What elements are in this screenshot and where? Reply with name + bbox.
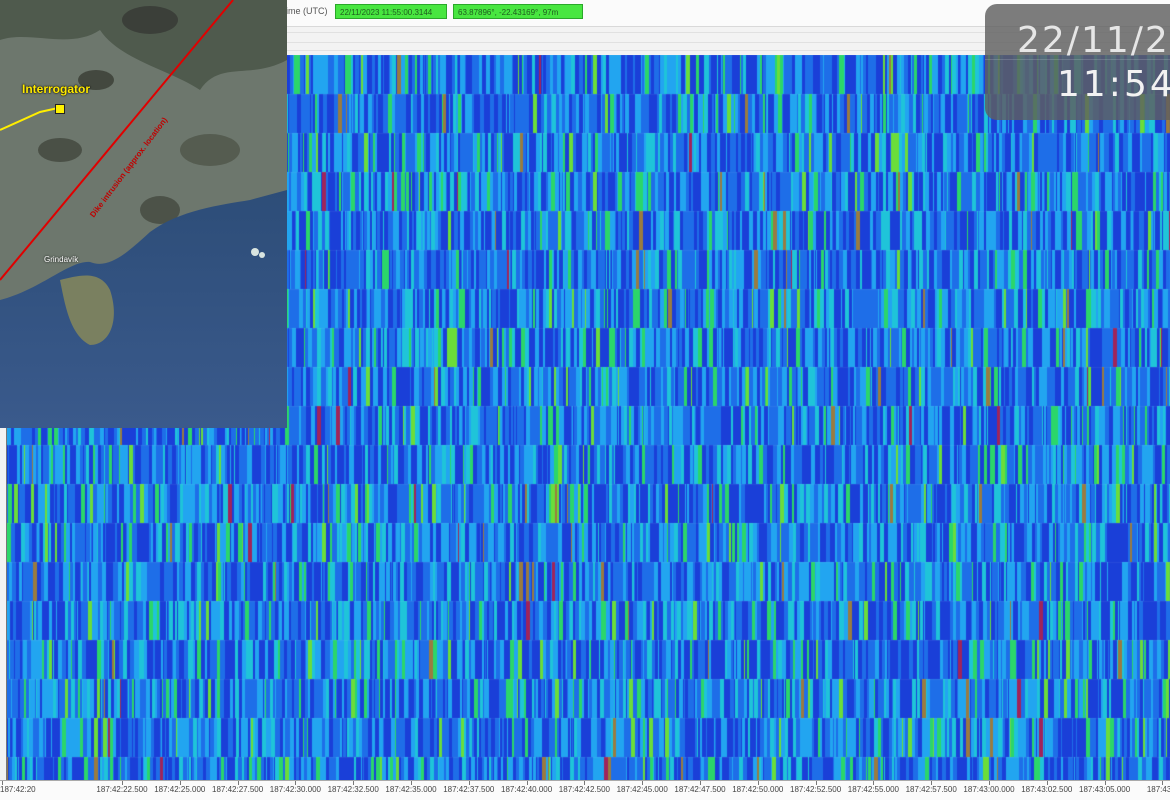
axis-tick-label: 187:42:25.000 — [154, 785, 206, 794]
axis-tick-label: 187:42:20 — [0, 785, 36, 794]
axis-tick-label: 187:42:32.500 — [327, 785, 379, 794]
interrogator-label: Interrogator — [22, 82, 91, 96]
axis-tick-label: 187:42:45.000 — [616, 785, 668, 794]
satellite-map-image — [0, 0, 287, 428]
gps-coordinate-field[interactable]: 63.87896°, -22.43169°, 97m — [453, 4, 583, 19]
axis-tick-label: 187:43:00.000 — [963, 785, 1015, 794]
axis-tick-label: 187:42:37.500 — [443, 785, 495, 794]
axis-tick-label: 187:42:22.500 — [96, 785, 148, 794]
utc-time-field[interactable]: 22/11/2023 11:55:00.3144 — [335, 4, 447, 19]
town-label: Grindavík — [44, 255, 79, 264]
axis-tick-label: 187:43:0 — [1146, 785, 1170, 794]
axis-tick-label: 187:42:42.500 — [558, 785, 610, 794]
axis-tick-label: 187:42:52.500 — [790, 785, 842, 794]
axis-tick-label: 187:42:35.000 — [385, 785, 437, 794]
divider — [985, 59, 1170, 60]
axis-tick-label: 187:42:30.000 — [269, 785, 321, 794]
axis-tick-label: 187:43:02.500 — [1021, 785, 1073, 794]
axis-tick-label: 187:42:50.000 — [732, 785, 784, 794]
map-inset: Interrogator Grindavík Dike intrusion (a… — [0, 0, 287, 428]
axis-tick-label: 187:42:40.000 — [501, 785, 553, 794]
axis-tick-label: 187:43:05.000 — [1079, 785, 1131, 794]
app-window: ime (UTC) 22/11/2023 11:55:00.3144 63.87… — [0, 0, 1170, 800]
clock-time: 11:54 — [1057, 64, 1170, 105]
axis-tick-label: 187:42:47.500 — [674, 785, 726, 794]
interrogator-marker-icon — [55, 104, 65, 114]
axis-tick-label: 187:42:55.000 — [847, 785, 899, 794]
clock-date: 22/11/2 — [1017, 20, 1170, 61]
axis-tick-label: 187:42:27.500 — [212, 785, 264, 794]
clock-overlay: 22/11/2 11:54 — [985, 4, 1170, 120]
time-label: ime (UTC) — [286, 6, 328, 16]
time-axis: 187:42:20 187:42:22.500 187:42:25.000 187:4… — [0, 780, 1170, 800]
axis-tick-label: 187:42:57.500 — [905, 785, 957, 794]
